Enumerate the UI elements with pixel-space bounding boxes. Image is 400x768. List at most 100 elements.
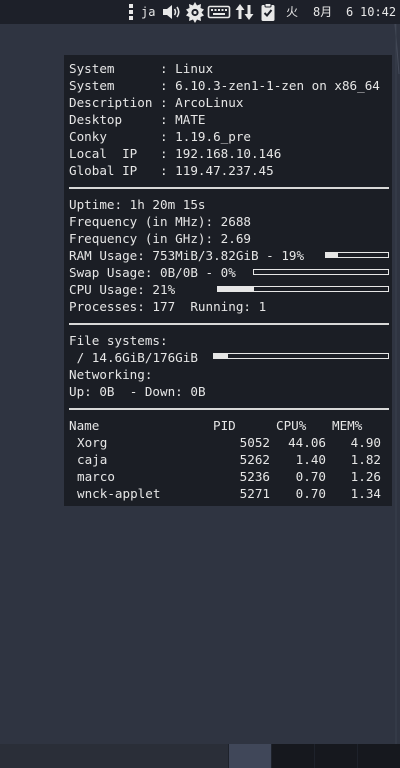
proc-mem: 4.90	[350, 435, 381, 450]
fs-value: 14.6GiB/176GiB	[91, 350, 198, 365]
system-info-row: Description : ArcoLinux	[69, 95, 244, 110]
proc-name: marco	[77, 469, 115, 484]
info-label: System	[69, 78, 153, 93]
proc-name: caja	[77, 452, 108, 467]
bottom-panel	[0, 744, 400, 768]
conky-widget: System : Linux System : 6.10.3-zen1-1-ze…	[64, 55, 392, 506]
swap-usage-row: Swap Usage: 0B/0B - 0%	[69, 264, 236, 281]
info-label: Description	[69, 95, 153, 110]
info-label: Conky	[69, 129, 153, 144]
filesystem-row: / 14.6GiB/176GiB	[69, 349, 198, 366]
clock-day-of-week[interactable]: 火	[286, 0, 298, 24]
freq-ghz-label: Frequency (in GHz):	[69, 231, 214, 246]
clock-day[interactable]: 6	[346, 0, 353, 24]
input-method-indicator[interactable]: ja	[141, 0, 155, 24]
running-value: 1	[258, 299, 267, 314]
freq-ghz-row: Frequency (in GHz): 2.69	[69, 230, 251, 247]
proc-cpu: 1.40	[295, 452, 326, 467]
proc-pid: 5236	[239, 469, 270, 484]
ram-label: RAM Usage:	[69, 248, 145, 263]
top-panel: ja 火 8月 6 10:42	[0, 0, 400, 24]
processes-row: Processes: 177 Running: 1	[69, 298, 266, 315]
network-transfer-icon[interactable]	[235, 0, 255, 24]
info-value: MATE	[175, 112, 206, 127]
proc-cpu: 44.06	[288, 435, 326, 450]
volume-icon[interactable]	[161, 0, 183, 24]
fs-mount: /	[76, 350, 85, 365]
col-header-name: Name	[69, 418, 100, 433]
system-info-row: System : 6.10.3-zen1-1-zen on x86_64	[69, 78, 380, 93]
keyboard-icon[interactable]	[207, 0, 231, 24]
processes-value: 177	[152, 299, 176, 314]
proc-mem: 1.82	[350, 452, 381, 467]
workspace-4-button[interactable]	[358, 744, 400, 768]
system-info-row: Desktop : MATE	[69, 112, 206, 127]
up-value: 0B	[99, 384, 115, 399]
info-value: Linux	[175, 61, 214, 76]
network-row: Up: 0B - Down: 0B	[69, 383, 206, 400]
system-info-row: Local IP : 192.168.10.146	[69, 146, 282, 161]
col-header-pid: PID	[213, 418, 236, 433]
info-label: Desktop	[69, 112, 153, 127]
ram-usage-bar	[325, 252, 389, 258]
processes-label: Processes:	[69, 299, 145, 314]
info-value: 6.10.3-zen1-1-zen on x86_64	[175, 78, 380, 93]
cpu-label: CPU Usage:	[69, 282, 145, 297]
clipboard-check-icon[interactable]	[259, 0, 277, 24]
separator	[69, 323, 389, 325]
proc-cpu: 0.70	[295, 469, 326, 484]
desktop-edge-decoration	[394, 24, 400, 744]
col-header-mem: MEM%	[332, 418, 363, 433]
cpu-usage-row: CPU Usage: 21%	[69, 281, 175, 298]
proc-pid: 5052	[239, 435, 270, 450]
separator	[69, 408, 389, 410]
proc-name: Xorg	[77, 435, 108, 450]
down-value: 0B	[190, 384, 206, 399]
clock-time[interactable]: 10:42	[360, 0, 396, 24]
running-label: Running:	[190, 299, 252, 314]
clock-month[interactable]: 8月	[313, 0, 332, 24]
info-value: 119.47.237.45	[175, 163, 274, 178]
workspace-1-button[interactable]	[229, 744, 271, 768]
down-label: - Down:	[129, 384, 183, 399]
uptime-row: Uptime: 1h 20m 15s	[69, 196, 206, 213]
workspace-2-button[interactable]	[272, 744, 314, 768]
system-info-row: Conky : 1.19.6_pre	[69, 129, 251, 144]
separator	[69, 187, 389, 189]
workspace-3-button[interactable]	[315, 744, 357, 768]
info-label: Global IP	[69, 163, 153, 178]
uptime-label: Uptime:	[69, 197, 123, 212]
info-value: 192.168.10.146	[175, 146, 282, 161]
freq-mhz-label: Frequency (in MHz):	[69, 214, 214, 229]
settings-gear-icon[interactable]	[184, 0, 206, 24]
ram-value: 753MiB/3.82GiB - 19%	[152, 248, 305, 263]
filesystem-usage-bar	[213, 353, 389, 359]
proc-name: wnck-applet	[77, 486, 161, 501]
cpu-value: 21%	[152, 282, 176, 297]
proc-cpu: 0.70	[295, 486, 326, 501]
uptime-value: 1h 20m 15s	[129, 197, 206, 212]
filesystems-heading: File systems:	[69, 333, 168, 348]
system-info-row: Global IP : 119.47.237.45	[69, 163, 274, 178]
freq-mhz-value: 2688	[220, 214, 251, 229]
proc-mem: 1.34	[350, 486, 381, 501]
swap-label: Swap Usage:	[69, 265, 153, 280]
proc-mem: 1.26	[350, 469, 381, 484]
info-value: ArcoLinux	[175, 95, 244, 110]
swap-value: 0B/0B - 0%	[160, 265, 236, 280]
info-label: System	[69, 61, 153, 76]
info-label: Local IP	[69, 146, 153, 161]
up-label: Up:	[69, 384, 92, 399]
info-value: 1.19.6_pre	[175, 129, 251, 144]
window-list-area[interactable]	[0, 744, 228, 768]
col-header-cpu: CPU%	[276, 418, 307, 433]
cpu-usage-bar	[217, 286, 389, 292]
freq-ghz-value: 2.69	[220, 231, 251, 246]
proc-pid: 5262	[239, 452, 270, 467]
networking-heading: Networking:	[69, 367, 153, 382]
system-info-row: System : Linux	[69, 61, 214, 76]
panel-handle-icon[interactable]	[128, 0, 134, 24]
proc-pid: 5271	[239, 486, 270, 501]
ram-usage-row: RAM Usage: 753MiB/3.82GiB - 19%	[69, 247, 304, 264]
freq-mhz-row: Frequency (in MHz): 2688	[69, 213, 251, 230]
